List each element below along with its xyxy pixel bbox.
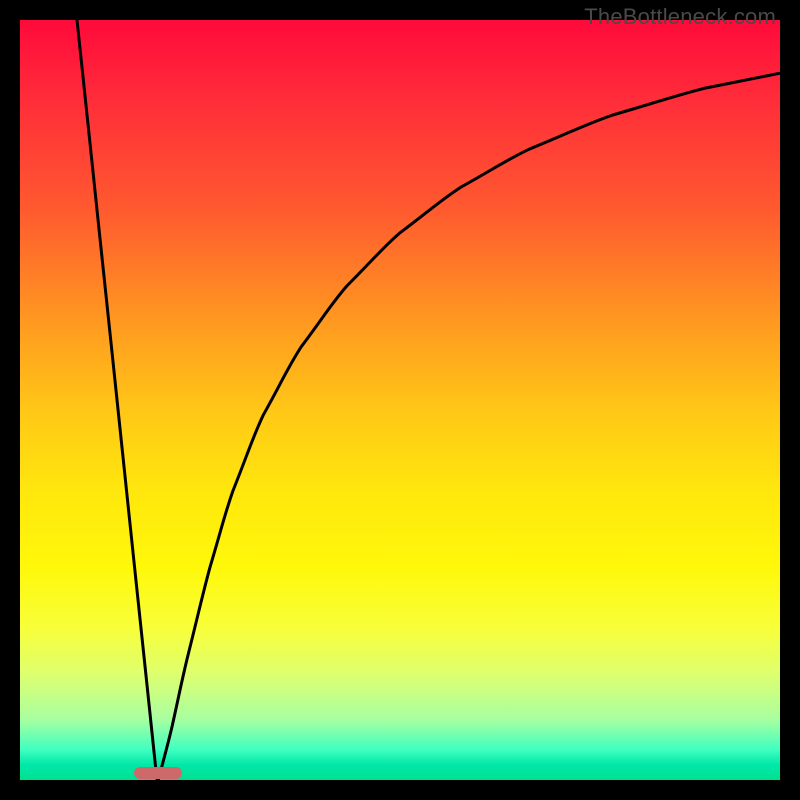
curve-layer	[20, 20, 780, 780]
plot-area	[20, 20, 780, 780]
curve-right-branch	[158, 73, 780, 780]
chart-frame: TheBottleneck.com	[0, 0, 800, 800]
minimum-marker	[134, 767, 182, 779]
watermark-text: TheBottleneck.com	[584, 4, 776, 30]
curve-left-branch	[77, 20, 158, 780]
